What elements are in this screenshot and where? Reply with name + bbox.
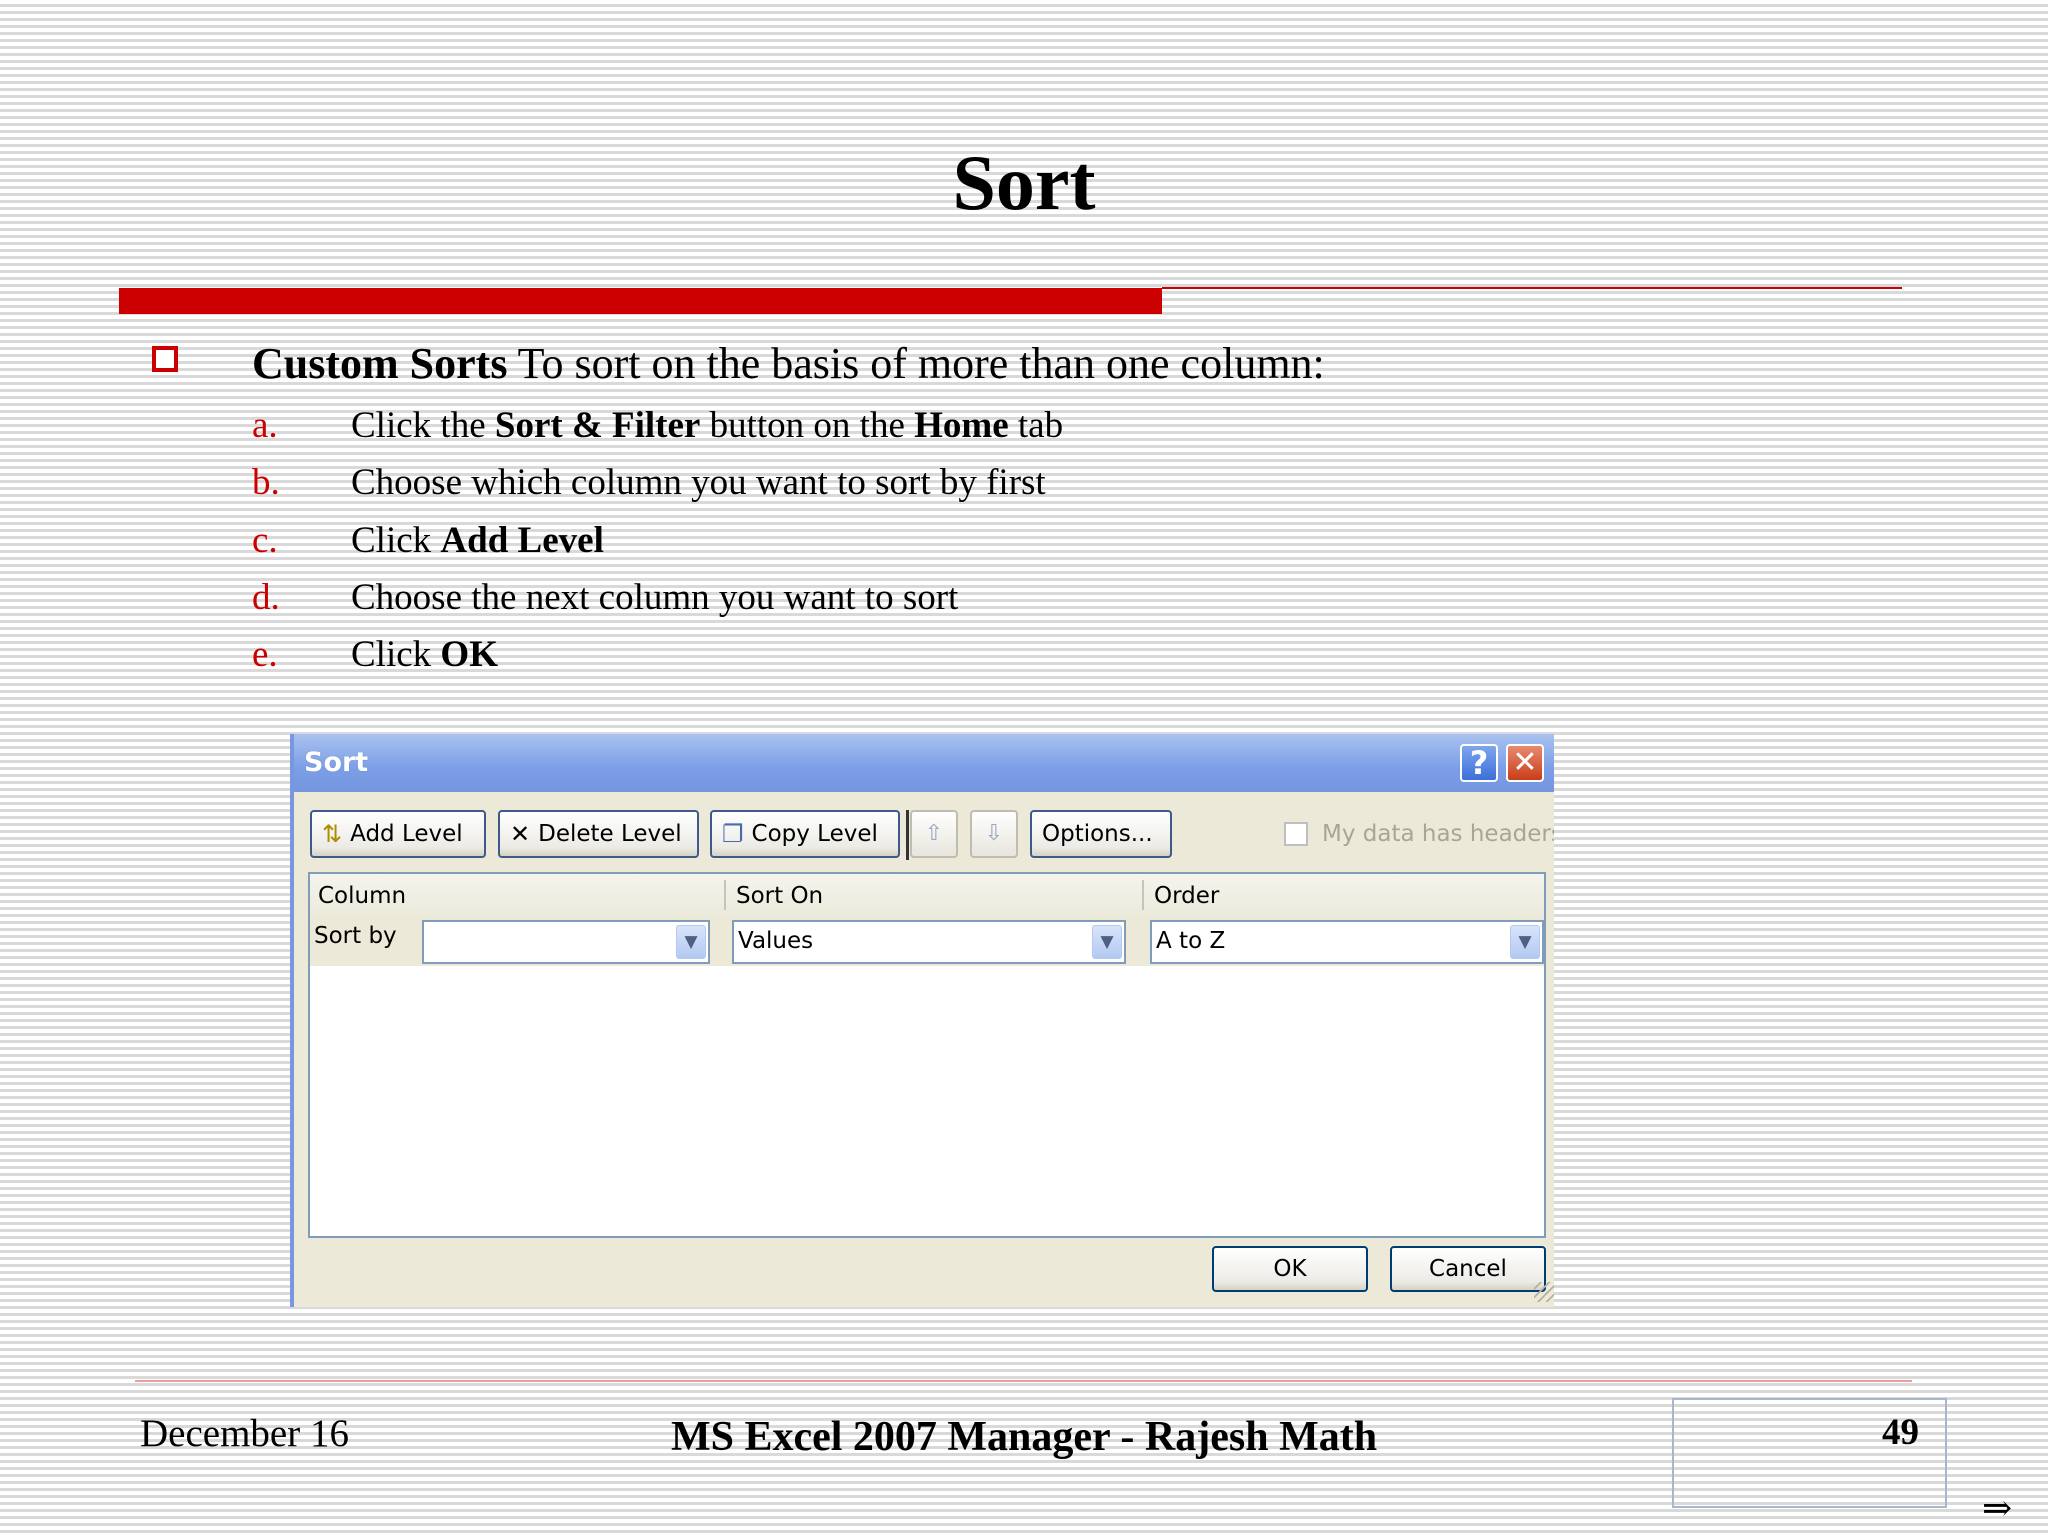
copy-level-label: Copy Level <box>751 821 878 847</box>
delete-level-icon: ✕ <box>510 820 531 848</box>
ok-button[interactable]: OK <box>1212 1246 1368 1292</box>
step-letter: b. <box>252 462 280 503</box>
headers-checkbox[interactable] <box>1284 822 1308 846</box>
sort-dialog: Sort ? ✕ ⇅ Add Level ✕ Delete Level ❐ Copy … <box>290 734 1554 1307</box>
step-e: e. Click OK <box>252 631 498 679</box>
sort-by-label: Sort by <box>314 923 397 949</box>
chevron-down-icon[interactable]: ▼ <box>676 925 706 959</box>
step-letter: d. <box>252 577 280 618</box>
step-d: d. Choose the next column you want to sor… <box>252 574 958 622</box>
step-text: Click <box>351 634 441 675</box>
step-bold: Home <box>914 405 1009 446</box>
add-level-label: Add Level <box>350 821 463 847</box>
column-header-order: Order <box>1154 883 1220 909</box>
dialog-title: Sort <box>304 747 369 778</box>
sort-on-select-value: Values <box>738 928 814 954</box>
delete-level-button[interactable]: ✕ Delete Level <box>498 810 699 858</box>
column-divider <box>724 880 726 910</box>
bullet-body: To sort on the basis of more than one co… <box>507 339 1325 388</box>
toolbar-separator <box>906 810 909 860</box>
arrow-down-icon[interactable]: ⇩ <box>970 810 1018 858</box>
order-select[interactable]: A to Z ▼ <box>1150 920 1544 964</box>
title-underline-thick <box>119 288 1162 314</box>
title-underline-thin <box>1162 287 1902 289</box>
page-number: 49 <box>1882 1412 1919 1453</box>
add-level-icon: ⇅ <box>322 820 343 848</box>
step-letter: e. <box>252 634 278 675</box>
sort-levels-grid: Column Sort On Order Sort by ▼ Values ▼ … <box>308 872 1546 1238</box>
footer-divider <box>135 1380 1912 1382</box>
chevron-down-icon[interactable]: ▼ <box>1510 925 1540 959</box>
step-bold: Add Level <box>440 520 604 561</box>
grid-header: Column Sort On Order <box>310 874 1544 917</box>
headers-checkbox-label: My data has headers <box>1322 821 1554 847</box>
options-button[interactable]: Options... <box>1030 810 1172 858</box>
column-divider <box>1142 880 1144 910</box>
cancel-button[interactable]: Cancel <box>1390 1246 1546 1292</box>
copy-level-icon: ❐ <box>722 820 744 848</box>
step-letter: a. <box>252 405 278 446</box>
resize-grip-icon[interactable] <box>1534 1282 1554 1302</box>
step-text: button on the <box>700 405 915 446</box>
sort-level-row[interactable]: Sort by ▼ Values ▼ A to Z ▼ <box>310 916 1544 966</box>
copy-level-button[interactable]: ❐ Copy Level <box>710 810 900 858</box>
close-icon[interactable]: ✕ <box>1506 744 1544 782</box>
slide-title: Sort <box>952 139 1096 226</box>
order-select-value: A to Z <box>1156 928 1226 954</box>
sort-on-select[interactable]: Values ▼ <box>732 920 1126 964</box>
step-a: a. Click the Sort & Filter button on the … <box>252 402 1063 450</box>
column-select[interactable]: ▼ <box>422 920 710 964</box>
step-letter: c. <box>252 520 278 561</box>
checkbox-outline-icon <box>152 346 178 372</box>
column-header-column: Column <box>318 883 407 909</box>
step-text: Click the <box>351 405 495 446</box>
next-arrow-icon[interactable]: ⇒ <box>1982 1488 2012 1528</box>
step-text: Choose which column you want to sort by … <box>351 462 1046 503</box>
step-c: c. Click Add Level <box>252 517 604 565</box>
help-icon[interactable]: ? <box>1460 744 1498 782</box>
step-b: b. Choose which column you want to sort b… <box>252 459 1046 507</box>
bullet-heading: Custom Sorts <box>252 339 508 388</box>
bullet-text: Custom Sorts To sort on the basis of mor… <box>252 336 1325 392</box>
step-text: tab <box>1008 405 1064 446</box>
delete-level-label: Delete Level <box>538 821 682 847</box>
dialog-titlebar[interactable]: Sort ? ✕ <box>294 734 1554 792</box>
step-bold: OK <box>440 634 498 675</box>
step-text: Choose the next column you want to sort <box>351 577 959 618</box>
step-bold: Sort & Filter <box>494 405 701 446</box>
step-text: Click <box>351 520 441 561</box>
arrow-up-icon[interactable]: ⇧ <box>910 810 958 858</box>
column-header-sort-on: Sort On <box>736 883 824 909</box>
chevron-down-icon[interactable]: ▼ <box>1092 925 1122 959</box>
add-level-button[interactable]: ⇅ Add Level <box>310 810 486 858</box>
